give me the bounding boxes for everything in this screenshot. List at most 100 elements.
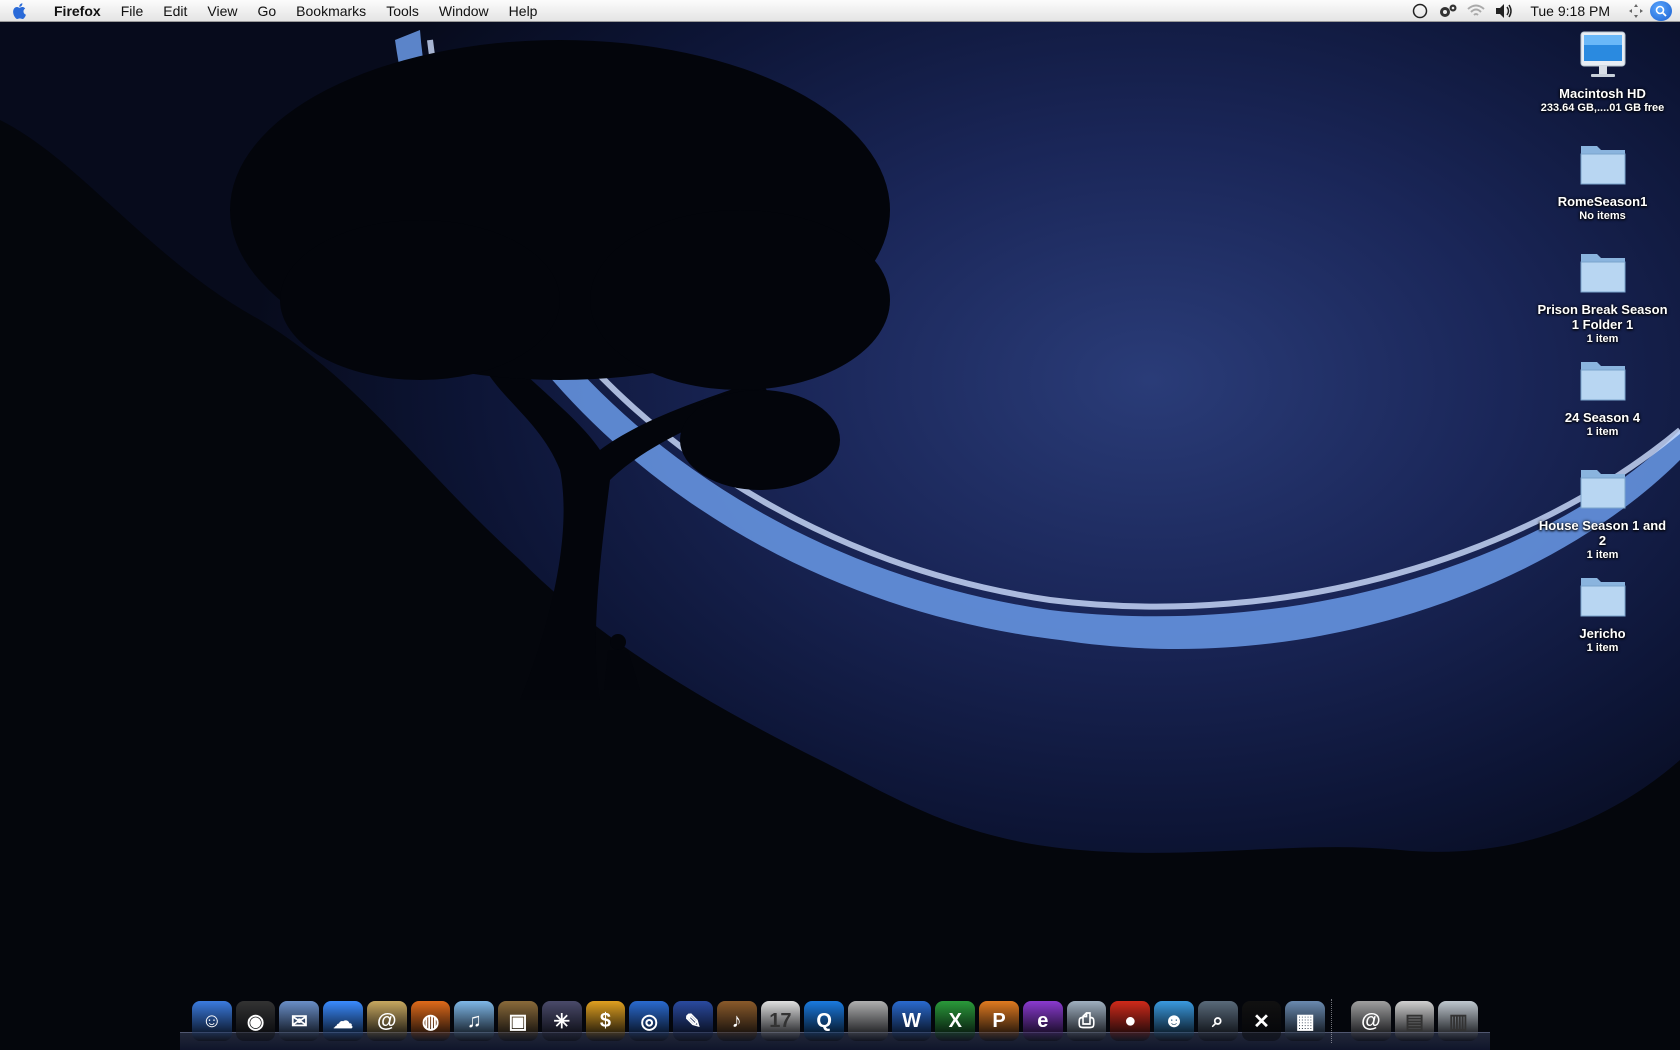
menu-view[interactable]: View <box>197 0 247 22</box>
dvd-player-glyph: ◎ <box>640 1010 658 1033</box>
documents-stack-icon[interactable]: ▤ <box>1394 1001 1435 1041</box>
desktop-icon-info: 1 item <box>1586 426 1619 438</box>
at-sign-stack-icon[interactable]: @ <box>1351 1001 1391 1041</box>
tomato-app-icon[interactable]: ● <box>1110 1001 1151 1041</box>
printer-glyph: ⎙ <box>1078 1009 1095 1032</box>
powerpoint-icon[interactable]: P <box>979 1001 1019 1041</box>
menu-go[interactable]: Go <box>247 0 286 22</box>
address-book-glyph: @ <box>377 1009 397 1032</box>
menu-window[interactable]: Window <box>429 0 499 22</box>
address-book-icon[interactable]: @ <box>366 1001 407 1041</box>
finder-icon[interactable]: ☺ <box>192 1001 232 1041</box>
photo-app-glyph: ▦ <box>1295 1010 1315 1033</box>
mail-icon[interactable]: ✉ <box>279 1001 320 1041</box>
messenger-icon[interactable]: ☻ <box>1154 1001 1194 1041</box>
documents-stack-glyph: ▤ <box>1405 1010 1425 1033</box>
trash-icon[interactable]: ▥ <box>1438 1001 1479 1041</box>
imovie-glyph: ✳ <box>553 1010 571 1033</box>
messenger-glyph: ☻ <box>1163 1009 1185 1032</box>
entourage-glyph: e <box>1037 1009 1049 1032</box>
excel-glyph: X <box>948 1009 963 1032</box>
desktop-icon-info: 1 item <box>1586 549 1619 561</box>
dollar-app-glyph: $ <box>599 1009 612 1032</box>
desktop-icon-prison-break[interactable]: Prison Break Season 1 Folder 1 1 item <box>1530 246 1675 347</box>
xcode-icon[interactable]: ✎ <box>673 1001 713 1041</box>
desktop-icon-24-season-4[interactable]: 24 Season 4 1 item <box>1530 354 1675 440</box>
desktop-icon-info: 1 item <box>1586 333 1619 345</box>
desktop-icon-house-season[interactable]: House Season 1 and 2 1 item <box>1530 462 1675 563</box>
gears-icon[interactable] <box>1434 0 1462 22</box>
iphoto-icon[interactable]: ▣ <box>498 1001 538 1041</box>
desktop-icon-rome-season1[interactable]: RomeSeason1 No items <box>1530 138 1675 224</box>
circle-status-icon[interactable] <box>1406 0 1434 22</box>
desktop-icon-info: 233.64 GB,....01 GB free <box>1540 102 1665 114</box>
dock-separator <box>1331 999 1345 1043</box>
printer-icon[interactable]: ⎙ <box>1066 1001 1107 1041</box>
desktop-icon-label: 24 Season 4 <box>1564 410 1641 425</box>
menu-help[interactable]: Help <box>499 0 548 22</box>
menu-tools[interactable]: Tools <box>376 0 429 22</box>
menu-bar: Firefox File Edit View Go Bookmarks Tool… <box>0 0 1680 22</box>
powerpoint-glyph: P <box>992 1009 1006 1032</box>
menu-file[interactable]: File <box>111 0 154 22</box>
firefox-icon[interactable]: ◍ <box>410 1001 451 1041</box>
word-glyph: W <box>902 1009 922 1032</box>
dollar-app-icon[interactable]: $ <box>585 1001 626 1041</box>
folder-icon <box>1580 470 1625 509</box>
tomato-app-glyph: ● <box>1124 1009 1137 1032</box>
ical-glyph: 17 <box>769 1009 792 1032</box>
app-menu-firefox[interactable]: Firefox <box>40 0 111 22</box>
menu-bookmarks[interactable]: Bookmarks <box>286 0 376 22</box>
folder-icon <box>1580 254 1625 293</box>
spotlight-search-icon[interactable] <box>1650 0 1672 21</box>
apple-menu-icon[interactable] <box>0 0 40 22</box>
folder-icon <box>1580 578 1625 617</box>
finder-glyph: ☺ <box>201 1009 223 1032</box>
photo-app-icon[interactable]: ▦ <box>1285 1001 1326 1041</box>
folder-icon <box>1580 146 1625 185</box>
menubar-status-area: Tue 9:18 PM <box>1406 0 1680 22</box>
trash-glyph: ▥ <box>1448 1010 1468 1033</box>
preview-glyph: ⌕ <box>1212 1009 1224 1032</box>
excel-icon[interactable]: X <box>935 1001 976 1041</box>
wifi-icon[interactable] <box>1462 0 1490 22</box>
x11-icon[interactable]: ✕ <box>1241 1001 1282 1041</box>
dvd-player-icon[interactable]: ◎ <box>629 1001 670 1041</box>
desktop-icon-label: Macintosh HD <box>1559 86 1646 101</box>
garageband-glyph: ♪ <box>731 1009 742 1032</box>
quicktime-icon[interactable]: Q <box>804 1001 845 1041</box>
itunes-icon[interactable]: ♫ <box>454 1001 495 1041</box>
xcode-glyph: ✎ <box>684 1010 702 1033</box>
desktop-icon-info: 1 item <box>1586 642 1619 654</box>
sync-arrows-icon[interactable] <box>1622 0 1650 22</box>
dashboard-icon[interactable]: ◉ <box>235 1001 276 1041</box>
preview-icon[interactable]: ⌕ <box>1197 1001 1238 1041</box>
ichat-glyph: ☁ <box>333 1010 354 1033</box>
desktop-icon-label: RomeSeason1 <box>1557 194 1648 209</box>
mail-glyph: ✉ <box>290 1010 308 1033</box>
volume-icon[interactable] <box>1490 0 1518 22</box>
dashboard-glyph: ◉ <box>246 1010 265 1033</box>
garageband-icon[interactable]: ♪ <box>716 1001 757 1041</box>
system-preferences-icon[interactable] <box>848 1001 888 1041</box>
desktop-icon-label: Prison Break Season 1 Folder 1 <box>1537 302 1668 332</box>
iphoto-glyph: ▣ <box>508 1010 528 1033</box>
menubar-clock[interactable]: Tue 9:18 PM <box>1518 3 1622 19</box>
word-icon[interactable]: W <box>891 1001 932 1041</box>
imovie-icon[interactable]: ✳ <box>541 1001 582 1041</box>
folder-icon <box>1580 362 1625 401</box>
desktop-wallpaper <box>0 0 1680 1050</box>
desktop-icon-jericho[interactable]: Jericho 1 item <box>1530 570 1675 656</box>
desktop-icon-info: No items <box>1579 210 1626 222</box>
ical-icon[interactable]: 17 <box>760 1001 801 1041</box>
wallpaper-art <box>0 30 1680 1050</box>
entourage-icon[interactable]: e <box>1022 1001 1063 1041</box>
hard-drive-imac-icon <box>1580 31 1625 77</box>
ichat-icon[interactable]: ☁ <box>323 1001 363 1041</box>
menu-edit[interactable]: Edit <box>153 0 197 22</box>
desktop-icon-macintosh-hd[interactable]: Macintosh HD 233.64 GB,....01 GB free <box>1530 30 1675 116</box>
itunes-glyph: ♫ <box>466 1009 482 1032</box>
desktop-icon-label: Jericho <box>1579 626 1626 641</box>
firefox-glyph: ◍ <box>421 1010 440 1033</box>
at-sign-stack-glyph: @ <box>1361 1009 1381 1032</box>
